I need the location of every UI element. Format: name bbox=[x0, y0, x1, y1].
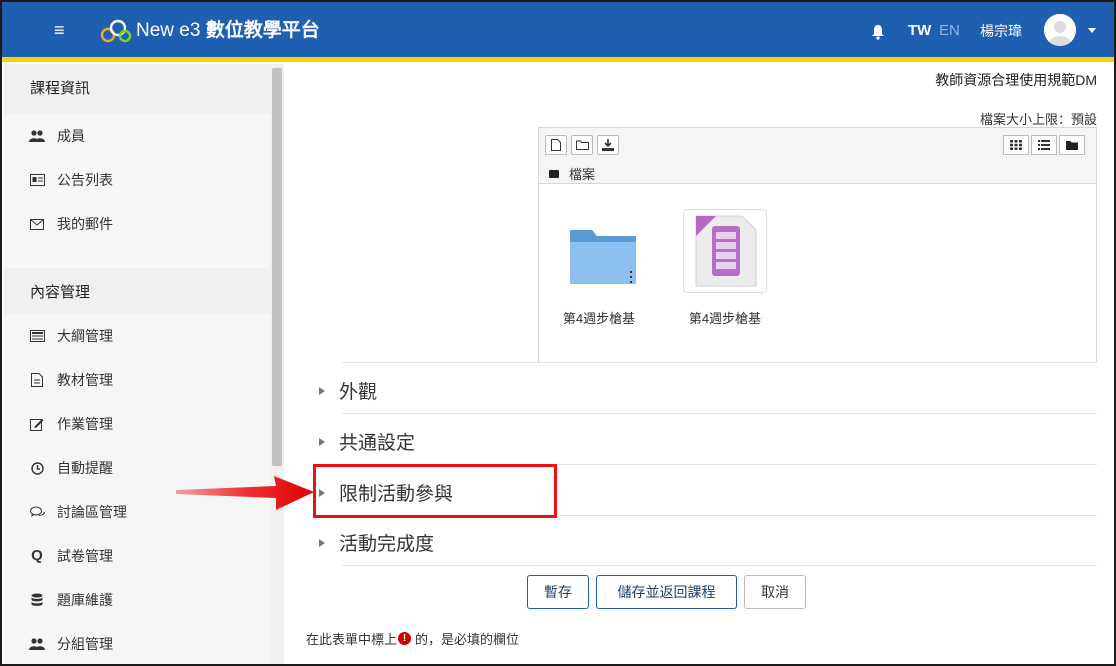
announcement-icon bbox=[29, 172, 45, 188]
sidebar-item-label: 自動提醒 bbox=[57, 460, 113, 476]
folder-icon bbox=[1066, 141, 1078, 150]
folder-outline-icon bbox=[575, 140, 589, 150]
section-divider bbox=[342, 565, 1097, 566]
sidebar-section-course-info: 課程資訊 bbox=[4, 64, 270, 114]
archive-file-icon bbox=[695, 215, 757, 287]
folder-icon bbox=[570, 230, 636, 284]
sidebar-item-materials[interactable]: 教材管理 bbox=[4, 358, 270, 402]
section-activity-completion[interactable]: 活動完成度 bbox=[319, 529, 434, 556]
brand-title[interactable]: New e3 數位教學平台 bbox=[136, 19, 320, 43]
file-tile-folder[interactable] bbox=[566, 210, 650, 294]
expand-caret-icon bbox=[319, 386, 325, 395]
bell-icon[interactable] bbox=[870, 24, 886, 40]
view-tree-button[interactable] bbox=[1059, 135, 1085, 155]
sidebar: 課程資訊 成員 公告列表 我的郵件 內容管理 大綱管理 教材管理 作業管理 自動… bbox=[4, 64, 284, 664]
view-list-button[interactable] bbox=[1031, 135, 1057, 155]
create-folder-button[interactable] bbox=[571, 135, 593, 155]
clock-icon bbox=[29, 460, 45, 476]
sidebar-item-label: 題庫維護 bbox=[57, 592, 113, 608]
sidebar-item-label: 作業管理 bbox=[57, 416, 113, 432]
sidebar-item-label: 我的郵件 bbox=[57, 216, 113, 232]
section-appearance[interactable]: 外觀 bbox=[319, 377, 377, 404]
required-icon: ! bbox=[398, 632, 412, 645]
required-note-prefix: 在此表單中標上 bbox=[306, 632, 398, 647]
section-common-settings[interactable]: 共通設定 bbox=[319, 428, 415, 455]
syllabus-icon bbox=[29, 328, 45, 344]
database-icon bbox=[29, 592, 45, 608]
folder-icon bbox=[549, 169, 559, 178]
sidebar-item-members[interactable]: 成員 bbox=[4, 114, 270, 158]
envelope-icon bbox=[29, 216, 45, 232]
section-label: 外觀 bbox=[339, 382, 378, 403]
sidebar-item-groups[interactable]: 分組管理 bbox=[4, 622, 270, 664]
sidebar-item-label: 分組管理 bbox=[57, 636, 113, 652]
file-icon bbox=[551, 139, 561, 151]
cloud-logo-icon[interactable] bbox=[98, 19, 132, 43]
file-manager: 檔案 第4週步槍基 第4週步槍基 bbox=[538, 127, 1097, 363]
sidebar-item-syllabus[interactable]: 大綱管理 bbox=[4, 314, 270, 358]
required-fields-note: 在此表單中標上 ! 的，是必填的欄位 bbox=[306, 629, 519, 648]
quiz-icon: Q bbox=[31, 547, 43, 564]
user-menu-caret-icon[interactable] bbox=[1088, 28, 1096, 33]
user-name[interactable]: 楊宗瑋 bbox=[980, 21, 1022, 41]
annotation-arrow-icon bbox=[176, 476, 314, 510]
lang-tw-link[interactable]: TW bbox=[908, 22, 931, 39]
sidebar-item-label: 討論區管理 bbox=[57, 504, 127, 520]
sidebar-scrollbar-thumb[interactable] bbox=[272, 68, 282, 466]
sidebar-item-mail[interactable]: 我的郵件 bbox=[4, 202, 270, 246]
file-manager-toolbar: 檔案 bbox=[539, 128, 1096, 184]
brand-prefix: New e3 bbox=[136, 20, 201, 41]
annotation-highlight-box bbox=[313, 464, 557, 518]
sidebar-item-label: 教材管理 bbox=[57, 372, 113, 388]
sidebar-spacer bbox=[4, 246, 270, 270]
section-label: 共通設定 bbox=[339, 433, 416, 454]
file-name[interactable]: 第4週步槍基 bbox=[670, 308, 780, 327]
lang-en-link[interactable]: EN bbox=[939, 22, 960, 39]
section-divider bbox=[342, 362, 1097, 363]
edit-icon bbox=[29, 416, 45, 432]
list-icon bbox=[1038, 140, 1050, 150]
sidebar-item-question-bank[interactable]: 題庫維護 bbox=[4, 578, 270, 622]
sidebar-item-assignments[interactable]: 作業管理 bbox=[4, 402, 270, 446]
section-label: 活動完成度 bbox=[339, 534, 435, 555]
sidebar-item-quiz[interactable]: Q 試卷管理 bbox=[4, 534, 270, 578]
sidebar-section-content-mgmt: 內容管理 bbox=[4, 268, 270, 318]
teacher-resource-link[interactable]: 教師資源合理使用規範DM bbox=[935, 70, 1097, 90]
download-icon bbox=[602, 139, 614, 151]
save-button[interactable]: 暫存 bbox=[527, 575, 589, 609]
sidebar-item-label: 公告列表 bbox=[57, 172, 113, 188]
breadcrumb-label: 檔案 bbox=[569, 167, 596, 182]
file-tile-archive[interactable] bbox=[683, 209, 767, 293]
section-divider bbox=[342, 413, 1097, 414]
top-navbar: ≡ New e3 數位教學平台 TW EN 楊宗瑋 bbox=[2, 2, 1114, 62]
view-icons-button[interactable] bbox=[1003, 135, 1029, 155]
breadcrumb[interactable]: 檔案 bbox=[549, 164, 595, 183]
sidebar-item-announcements[interactable]: 公告列表 bbox=[4, 158, 270, 202]
save-and-return-button[interactable]: 儲存並返回課程 bbox=[596, 575, 737, 609]
comments-icon bbox=[29, 504, 45, 520]
expand-caret-icon bbox=[319, 538, 325, 547]
group-icon bbox=[29, 636, 45, 652]
grid-icon bbox=[1010, 140, 1022, 150]
sidebar-item-label: 大綱管理 bbox=[57, 328, 113, 344]
sidebar-item-label: 成員 bbox=[57, 128, 85, 144]
required-note-suffix: 的，是必填的欄位 bbox=[415, 632, 520, 647]
avatar[interactable] bbox=[1044, 14, 1076, 46]
app-window: ≡ New e3 數位教學平台 TW EN 楊宗瑋 課程資訊 成員 公告列表 我… bbox=[0, 0, 1116, 666]
document-icon bbox=[29, 372, 45, 388]
add-file-button[interactable] bbox=[545, 135, 567, 155]
users-icon bbox=[29, 128, 45, 144]
sidebar-item-label: 試卷管理 bbox=[57, 548, 113, 564]
download-button[interactable] bbox=[597, 135, 619, 155]
hamburger-icon[interactable]: ≡ bbox=[54, 20, 65, 40]
file-name[interactable]: 第4週步槍基 bbox=[544, 308, 654, 327]
expand-caret-icon bbox=[319, 437, 325, 446]
main-content: 教師資源合理使用規範DM 檔案大小上限：預設 檔案 第4週步槍基 第4週步槍基 … bbox=[285, 64, 1114, 664]
brand-suffix: 數位教學平台 bbox=[205, 20, 320, 41]
file-size-limit: 檔案大小上限：預設 bbox=[979, 112, 1097, 127]
cancel-button[interactable]: 取消 bbox=[744, 575, 806, 609]
